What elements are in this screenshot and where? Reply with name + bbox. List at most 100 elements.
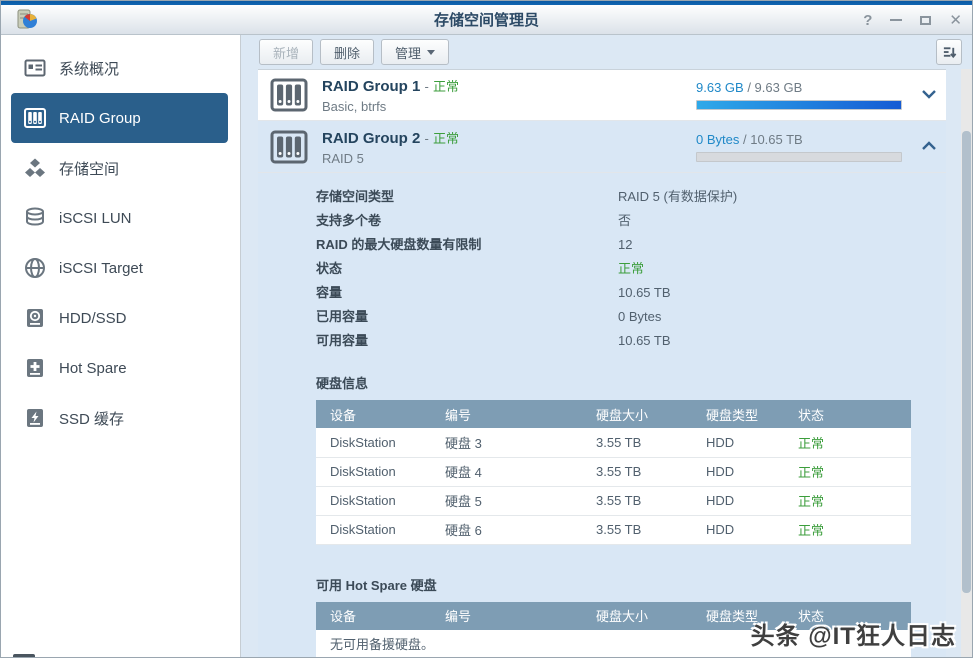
col-type[interactable]: 硬盘类型 <box>692 400 784 428</box>
table-header-row: 设备 编号 硬盘大小 硬盘类型 状态 <box>316 602 911 630</box>
col-number[interactable]: 编号 <box>431 602 582 630</box>
ssd-cache-icon <box>23 406 47 430</box>
group-usage: 9.63 GB / 9.63 GB <box>696 80 902 110</box>
sidebar-item-hot-spare[interactable]: Hot Spare <box>1 343 240 393</box>
detail-row: 存储空间类型 RAID 5 (有数据保护) <box>316 185 946 209</box>
group-separator: - <box>425 79 429 94</box>
total-capacity: / 10.65 TB <box>743 132 803 147</box>
detail-value: 10.65 TB <box>618 281 671 305</box>
detail-row: 可用容量 10.65 TB <box>316 329 946 353</box>
detail-label: 状态 <box>316 257 618 281</box>
detail-label: 可用容量 <box>316 329 618 353</box>
col-device[interactable]: 设备 <box>316 602 431 630</box>
expand-chevron-down-icon[interactable] <box>922 89 936 101</box>
system-overview-icon <box>23 56 47 80</box>
raid-group-icon <box>270 78 308 112</box>
group-title: RAID Group 1 - 正常 <box>322 78 459 95</box>
detail-value: 12 <box>618 233 632 257</box>
manage-button-label: 管理 <box>395 43 421 62</box>
group-separator: - <box>425 131 429 146</box>
sidebar-item-ssd-cache[interactable]: SSD 缓存 <box>1 393 240 443</box>
raid-group-icon <box>23 106 47 130</box>
usage-progress-bar <box>696 152 902 162</box>
hot-spare-title: 可用 Hot Spare 硬盘 <box>316 575 946 594</box>
add-button[interactable]: 新增 <box>259 39 313 65</box>
col-size[interactable]: 硬盘大小 <box>582 400 692 428</box>
sidebar-item-label: Hot Spare <box>59 360 127 377</box>
sidebar-item-label: iSCSI LUN <box>59 210 132 227</box>
table-row[interactable]: DiskStation 硬盘 3 3.55 TB HDD 正常 <box>316 428 911 457</box>
minimize-button[interactable] <box>890 19 902 21</box>
sidebar-item-storage-volume[interactable]: 存储空间 <box>1 143 240 193</box>
detail-label: 支持多个卷 <box>316 209 618 233</box>
sort-icon <box>942 45 957 60</box>
sidebar-item-label: 系统概况 <box>59 58 119 79</box>
sidebar-item-label: 存储空间 <box>59 158 119 179</box>
iscsi-lun-icon <box>23 206 47 230</box>
close-button[interactable]: ✕ <box>949 13 962 28</box>
sidebar-item-iscsi-target[interactable]: iSCSI Target <box>1 243 240 293</box>
sidebar: 系统概况 RAID Gr <box>1 35 241 658</box>
detail-value: 否 <box>618 209 631 233</box>
table-row[interactable]: DiskStation 硬盘 6 3.55 TB HDD 正常 <box>316 515 911 544</box>
delete-button[interactable]: 删除 <box>320 39 374 65</box>
detail-value: RAID 5 (有数据保护) <box>618 185 737 209</box>
sidebar-item-label: RAID Group <box>59 110 141 127</box>
used-capacity: 9.63 GB <box>696 80 744 95</box>
raid-group-details-panel: 存储空间类型 RAID 5 (有数据保护) 支持多个卷 否 RAID 的最大硬盘… <box>258 173 946 658</box>
collapse-chevron-up-icon[interactable] <box>922 141 936 153</box>
scrollbar-track[interactable] <box>961 69 972 658</box>
hot-spare-icon <box>23 356 47 380</box>
detail-label: 存储空间类型 <box>316 185 618 209</box>
detail-label: 容量 <box>316 281 618 305</box>
col-size[interactable]: 硬盘大小 <box>582 602 692 630</box>
raid-group-row-1[interactable]: RAID Group 1 - 正常 Basic, btrfs 9.63 GB /… <box>258 69 946 121</box>
toolbar: 新增 删除 管理 <box>241 35 972 69</box>
detail-row: 状态 正常 <box>316 257 946 281</box>
col-type[interactable]: 硬盘类型 <box>692 602 784 630</box>
table-row[interactable]: DiskStation 硬盘 5 3.55 TB HDD 正常 <box>316 486 911 515</box>
group-name: RAID Group 2 <box>322 130 420 147</box>
table-row[interactable]: DiskStation 硬盘 4 3.55 TB HDD 正常 <box>316 457 911 486</box>
scrollbar-thumb[interactable] <box>962 131 971 593</box>
sidebar-item-iscsi-lun[interactable]: iSCSI LUN <box>1 193 240 243</box>
detail-value: 0 Bytes <box>618 305 661 329</box>
sidebar-item-system-overview[interactable]: 系统概况 <box>1 43 240 93</box>
chevron-down-icon <box>427 50 435 55</box>
maximize-button[interactable] <box>920 16 931 25</box>
group-title: RAID Group 2 - 正常 <box>322 130 459 147</box>
group-subtitle: RAID 5 <box>322 151 696 166</box>
empty-table-row: 无可用备援硬盘。 <box>316 630 911 658</box>
used-capacity: 0 Bytes <box>696 132 739 147</box>
storage-manager-window: 存储空间管理员 ? ✕ 系统概况 <box>0 0 973 658</box>
raid-group-list: RAID Group 1 - 正常 Basic, btrfs 9.63 GB /… <box>258 69 946 658</box>
storage-volume-icon <box>23 156 47 180</box>
group-subtitle: Basic, btrfs <box>322 99 696 114</box>
manage-button[interactable]: 管理 <box>381 39 449 65</box>
group-usage: 0 Bytes / 10.65 TB <box>696 132 902 162</box>
col-number[interactable]: 编号 <box>431 400 582 428</box>
total-capacity: / 9.63 GB <box>747 80 802 95</box>
hot-spare-table: 设备 编号 硬盘大小 硬盘类型 状态 无可用备援硬盘。 <box>316 602 911 658</box>
detail-value: 10.65 TB <box>618 329 671 353</box>
sidebar-item-label: HDD/SSD <box>59 310 127 327</box>
group-name: RAID Group 1 <box>322 78 420 95</box>
group-status: 正常 <box>433 131 459 146</box>
col-device[interactable]: 设备 <box>316 400 431 428</box>
sort-button[interactable] <box>936 39 962 65</box>
sidebar-item-hdd-ssd[interactable]: HDD/SSD <box>1 293 240 343</box>
hdd-ssd-icon <box>23 306 47 330</box>
detail-row: RAID 的最大硬盘数量有限制 12 <box>316 233 946 257</box>
window-title: 存储空间管理员 <box>1 9 972 30</box>
group-status: 正常 <box>433 79 459 94</box>
col-status[interactable]: 状态 <box>784 400 911 428</box>
raid-group-icon <box>270 130 308 164</box>
sidebar-item-label: SSD 缓存 <box>59 408 124 429</box>
raid-group-row-2[interactable]: RAID Group 2 - 正常 RAID 5 0 Bytes / 10.65… <box>258 121 946 173</box>
col-status[interactable]: 状态 <box>784 602 911 630</box>
help-button[interactable]: ? <box>863 13 872 28</box>
detail-row: 已用容量 0 Bytes <box>316 305 946 329</box>
titlebar[interactable]: 存储空间管理员 ? ✕ <box>1 5 972 35</box>
disk-info-table: 设备 编号 硬盘大小 硬盘类型 状态 DiskStation 硬盘 3 <box>316 400 911 545</box>
sidebar-item-raid-group[interactable]: RAID Group <box>11 93 228 143</box>
